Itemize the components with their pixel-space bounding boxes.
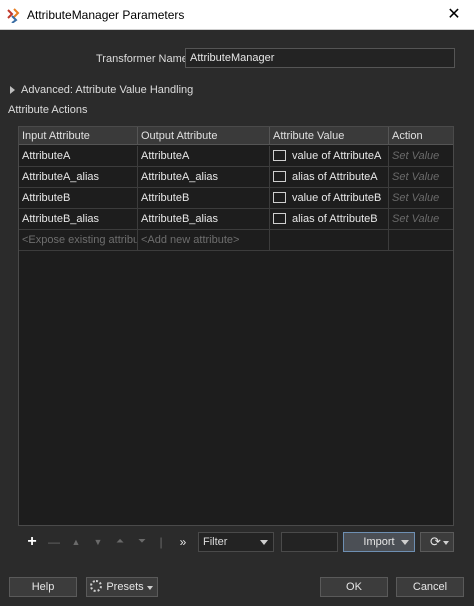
filter-text-input[interactable]	[281, 532, 338, 552]
ok-label: OK	[346, 581, 362, 593]
attribute-value-text: value of AttributeA	[292, 150, 382, 162]
chevron-down-icon	[443, 541, 449, 545]
chevron-down-icon	[260, 540, 268, 545]
action-cell[interactable]: Set Value	[389, 188, 453, 209]
attribute-value-text: alias of AttributeA	[292, 171, 378, 183]
filter-dropdown[interactable]: Filter	[198, 532, 274, 552]
advanced-section-label: Advanced: Attribute Value Handling	[21, 84, 194, 97]
column-header-action[interactable]: Action	[389, 127, 453, 145]
text-box-icon[interactable]	[273, 149, 286, 161]
cancel-button[interactable]: Cancel	[396, 577, 464, 597]
refresh-icon: ⟳	[430, 534, 441, 549]
attribute-value-text: alias of AttributeB	[292, 213, 378, 225]
column-header-input[interactable]: Input Attribute	[19, 127, 138, 145]
action-cell[interactable]: Set Value	[389, 167, 453, 188]
toolbar-separator: |	[159, 535, 163, 549]
attribute-value-cell[interactable]	[270, 230, 389, 251]
help-button[interactable]: Help	[9, 577, 77, 597]
transformer-name-label: Transformer Name:	[96, 53, 191, 65]
presets-label: Presets	[106, 581, 144, 593]
window-title: AttributeManager Parameters	[27, 8, 185, 22]
column-header-output[interactable]: Output Attribute	[138, 127, 270, 145]
import-label: Import	[363, 536, 395, 548]
table-row[interactable]: AttributeB AttributeB value of Attribute…	[19, 188, 453, 209]
text-box-icon[interactable]	[273, 170, 286, 182]
attribute-actions-label: Attribute Actions	[8, 104, 88, 116]
output-attribute-cell[interactable]: AttributeA	[138, 146, 270, 167]
chevron-down-icon	[147, 586, 153, 590]
ok-button[interactable]: OK	[320, 577, 388, 597]
move-top-icon[interactable]: ⏶	[111, 532, 129, 552]
presets-button[interactable]: Presets	[86, 577, 158, 597]
move-bottom-icon[interactable]: ⏷	[133, 532, 151, 552]
attribute-value-cell[interactable]: value of AttributeA	[270, 146, 389, 167]
chevron-down-icon	[401, 540, 409, 545]
table-row[interactable]: AttributeA AttributeA value of Attribute…	[19, 146, 453, 167]
arrow-up-icon[interactable]: ▲	[67, 532, 85, 552]
output-attribute-cell[interactable]: AttributeA_alias	[138, 167, 270, 188]
expand-triangle-icon	[10, 86, 15, 95]
table-row-new[interactable]: <Expose existing attribute> <Add new att…	[19, 230, 453, 251]
attribute-value-cell[interactable]: value of AttributeB	[270, 188, 389, 209]
plus-icon[interactable]: +	[23, 532, 41, 552]
action-cell[interactable]	[389, 230, 453, 251]
refresh-button[interactable]: ⟳	[420, 532, 454, 552]
double-chevron-icon[interactable]: »	[174, 532, 192, 552]
transformer-name-input[interactable]: AttributeManager	[185, 48, 455, 68]
output-attribute-cell[interactable]: AttributeB	[138, 188, 270, 209]
import-button[interactable]: Import	[343, 532, 415, 552]
minus-icon[interactable]: —	[45, 532, 63, 552]
action-cell[interactable]: Set Value	[389, 146, 453, 167]
help-label: Help	[31, 581, 55, 593]
table-row[interactable]: AttributeB_alias AttributeB_alias alias …	[19, 209, 453, 230]
arrow-down-icon[interactable]: ▼	[89, 532, 107, 552]
text-box-icon[interactable]	[273, 191, 286, 203]
output-attribute-cell[interactable]: AttributeB_alias	[138, 209, 270, 230]
column-header-value[interactable]: Attribute Value	[270, 127, 389, 145]
input-attribute-cell[interactable]: AttributeA	[19, 146, 138, 167]
attribute-value-cell[interactable]: alias of AttributeA	[270, 167, 389, 188]
expose-attribute-placeholder[interactable]: <Expose existing attribute>	[19, 230, 138, 251]
table-toolbar: + — ▲ ▼ ⏶ ⏷ | » Filter Import ⟳	[18, 530, 454, 554]
attribute-actions-table: Input Attribute Output Attribute Attribu…	[18, 126, 454, 526]
action-cell[interactable]: Set Value	[389, 209, 453, 230]
fme-transformer-icon	[7, 8, 20, 23]
table-row[interactable]: AttributeA_alias AttributeA_alias alias …	[19, 167, 453, 188]
advanced-section-toggle[interactable]: Advanced: Attribute Value Handling	[10, 84, 193, 96]
close-icon[interactable]: ✕	[434, 0, 474, 30]
add-attribute-placeholder[interactable]: <Add new attribute>	[138, 230, 270, 251]
input-attribute-cell[interactable]: AttributeB	[19, 188, 138, 209]
input-attribute-cell[interactable]: AttributeB_alias	[19, 209, 138, 230]
table-header: Input Attribute Output Attribute Attribu…	[19, 127, 453, 145]
attribute-value-cell[interactable]: alias of AttributeB	[270, 209, 389, 230]
cancel-label: Cancel	[412, 581, 448, 593]
attribute-value-text: value of AttributeB	[292, 192, 382, 204]
text-box-icon[interactable]	[273, 212, 286, 224]
input-attribute-cell[interactable]: AttributeA_alias	[19, 167, 138, 188]
gear-icon	[90, 580, 103, 593]
filter-value: Filter	[203, 536, 228, 548]
title-bar: AttributeManager Parameters ✕	[0, 0, 474, 30]
